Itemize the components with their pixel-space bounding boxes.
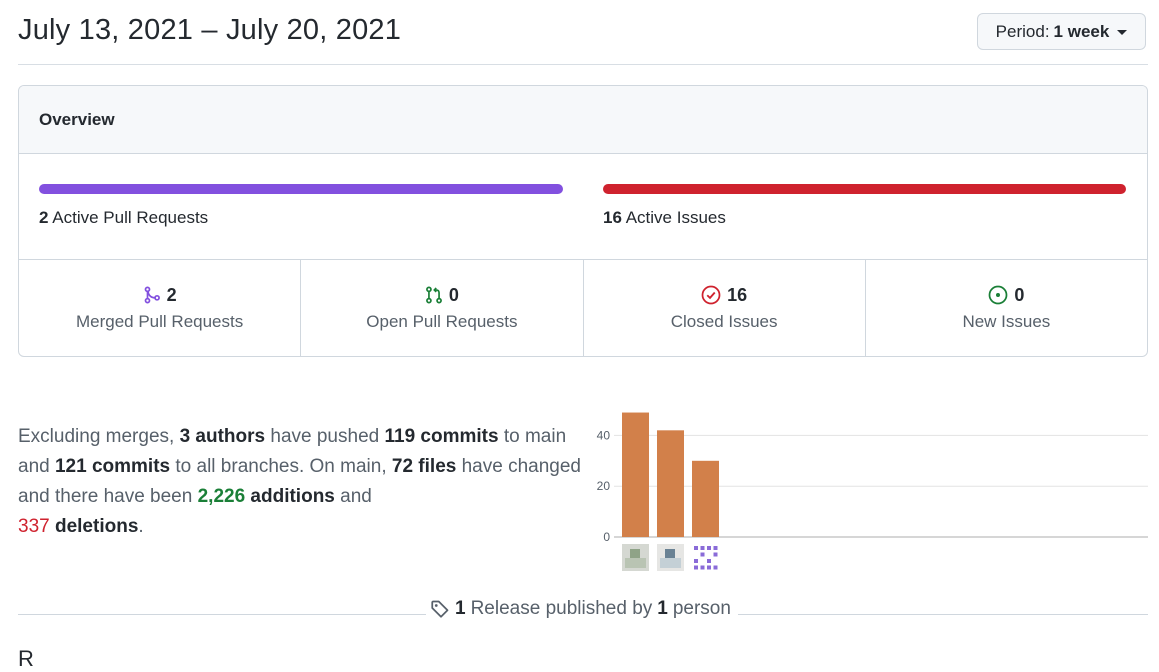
y-tick-label: 40: [597, 428, 611, 442]
page-title: July 13, 2021 – July 20, 2021: [18, 14, 402, 46]
avatar-pixel: [713, 565, 718, 570]
new-issues-count: 0: [1014, 284, 1025, 305]
deletions-word: deletions: [54, 516, 139, 537]
overview-heading: Overview: [19, 86, 1147, 154]
divider: [18, 614, 426, 615]
merged-prs-label: Merged Pull Requests: [75, 311, 244, 331]
author-avatar[interactable]: [657, 544, 684, 571]
stats-row: 2 Merged Pull Requests 0 Open Pull Reque…: [19, 260, 1147, 356]
release-text: Release published by: [470, 598, 653, 619]
summary-text: and: [334, 486, 372, 507]
overview-panel: Overview 2 Active Pull Requests 16 Activ…: [18, 85, 1148, 357]
authors-count[interactable]: 3 authors: [180, 426, 266, 447]
avatar-pixel: [707, 565, 711, 570]
author-avatar[interactable]: [622, 544, 649, 571]
summary-text: have pushed: [265, 426, 385, 447]
author-avatar[interactable]: [692, 544, 719, 571]
period-value: 1 week: [1053, 21, 1110, 41]
issue-opened-icon: [988, 285, 1008, 305]
avatar-pixel: [660, 558, 681, 568]
active-issues-bar[interactable]: [603, 184, 1126, 194]
active-issues-label: 16 Active Issues: [603, 208, 726, 228]
stat-open-prs[interactable]: 0 Open Pull Requests: [301, 260, 584, 356]
y-tick-label: 0: [603, 530, 610, 544]
avatar-pixel: [707, 546, 711, 550]
divider: [738, 614, 1148, 615]
release-summary: 1 Release published by 1 person: [430, 598, 731, 620]
tag-icon: [431, 600, 449, 618]
commits-all-count: 121 commits: [54, 456, 171, 477]
files-count: 72 files: [391, 456, 457, 477]
release-people-count: 1: [657, 598, 668, 619]
summary-text: Excluding merges,: [18, 426, 180, 447]
new-issues-label: New Issues: [962, 311, 1051, 331]
issue-closed-icon: [701, 285, 721, 305]
active-prs-count: 2: [39, 208, 49, 227]
period-prefix: Period:: [995, 21, 1050, 41]
merged-prs-count: 2: [166, 284, 177, 305]
chart-bar[interactable]: [622, 412, 649, 537]
git-merge-icon: [144, 286, 160, 304]
avatar-pixel: [707, 559, 711, 563]
active-issues-text: Active Issues: [625, 208, 726, 227]
stat-new-issues[interactable]: 0 New Issues: [866, 260, 1147, 356]
caret-down-icon: [1117, 30, 1128, 35]
release-count: 1: [455, 598, 466, 619]
avatar-pixel: [713, 552, 718, 557]
divider: [18, 64, 1148, 65]
activity-bars: 2 Active Pull Requests 16 Active Issues: [19, 154, 1147, 260]
summary-text: .: [138, 516, 144, 537]
avatar-pixel: [665, 549, 675, 558]
git-pull-request-icon: [425, 286, 442, 304]
avatar-pixel: [700, 552, 705, 557]
additions-word: additions: [250, 486, 335, 507]
avatar-pixel: [694, 565, 698, 570]
deletions-count: 337: [18, 516, 50, 537]
commits-by-author-chart: 0 20 40: [597, 412, 1148, 571]
commits-main-count: 119 commits: [384, 426, 499, 447]
avatar-pixel: [694, 546, 698, 550]
avatar-pixel: [630, 549, 640, 558]
closed-issues-label: Closed Issues: [670, 311, 778, 331]
y-tick-label: 20: [597, 479, 611, 493]
active-prs-label: 2 Active Pull Requests: [39, 208, 208, 228]
open-prs-count: 0: [448, 284, 459, 305]
avatar-pixel: [713, 546, 718, 550]
stat-closed-issues[interactable]: 16 Closed Issues: [584, 260, 866, 356]
avatar-pixel: [625, 558, 646, 568]
closed-issues-count: 16: [727, 284, 748, 305]
avatar-pixel: [694, 559, 698, 563]
summary-text: to all branches. On main,: [170, 456, 392, 477]
period-dropdown-button[interactable]: Period: 1 week: [977, 13, 1146, 50]
stat-merged-prs[interactable]: 2 Merged Pull Requests: [19, 260, 302, 356]
active-prs-text: Active Pull Requests: [52, 208, 209, 227]
active-issues-count: 16: [603, 208, 622, 227]
active-prs-bar[interactable]: [39, 184, 563, 194]
next-section-heading: R: [18, 646, 34, 671]
open-prs-label: Open Pull Requests: [366, 311, 518, 331]
commit-summary: Excluding merges, 3 authors have pushed …: [18, 422, 583, 542]
additions-count: 2,226: [197, 486, 246, 507]
avatar-pixel: [700, 546, 705, 550]
release-text: person: [672, 598, 731, 619]
avatar-pixel: [700, 565, 705, 570]
chart-bar[interactable]: [692, 460, 719, 537]
chart-bar[interactable]: [657, 430, 684, 537]
